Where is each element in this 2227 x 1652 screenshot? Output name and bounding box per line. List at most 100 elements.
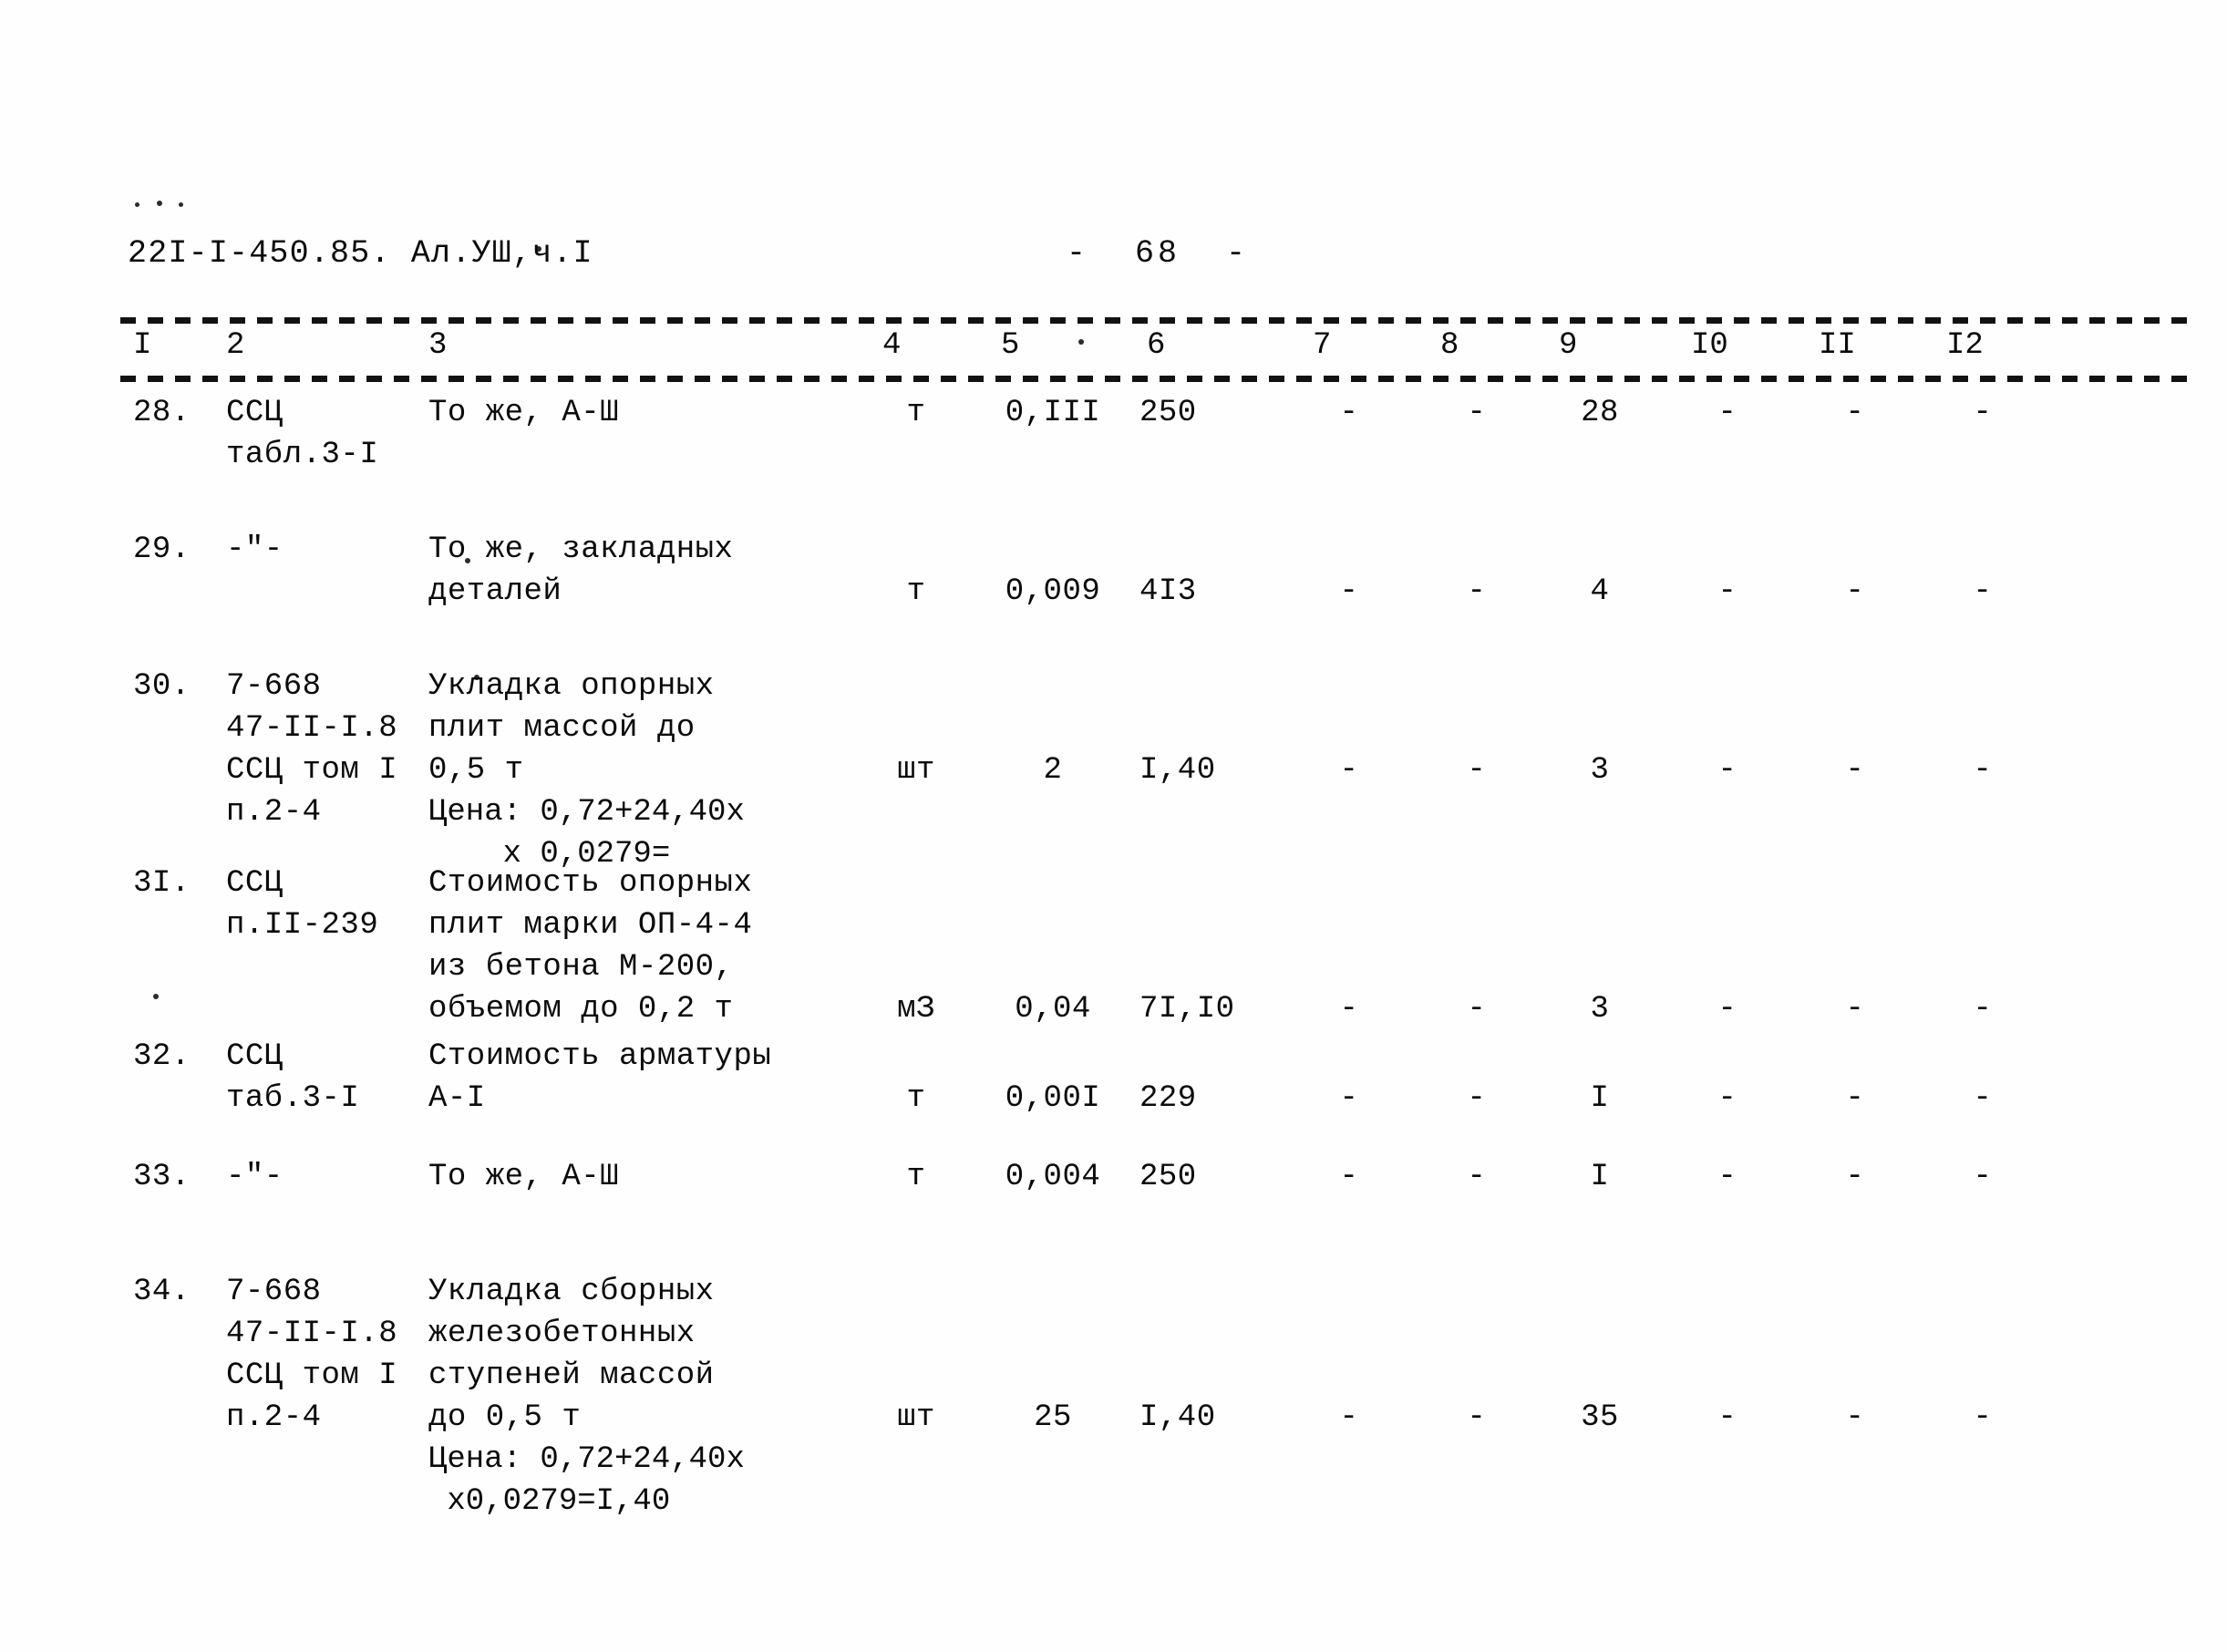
row-unit: шт — [897, 753, 935, 788]
row-quantity: 2 — [1043, 753, 1063, 788]
column-header-9: 9 — [1559, 328, 1578, 363]
row-quantity: 0,004 — [1005, 1160, 1101, 1194]
scan-speck — [179, 202, 183, 207]
row-col12: - — [1973, 1081, 1993, 1116]
row-col12: - — [1973, 1160, 1993, 1194]
column-header-5: 5 — [1001, 328, 1020, 363]
row-col10: - — [1717, 1160, 1737, 1194]
row-col9: 4 — [1590, 574, 1610, 609]
table-column-headers: I 2 3 4 5 6 7 8 9 I0 II I2 — [0, 328, 2227, 374]
row-price: 250 — [1139, 396, 1197, 430]
row-col10: - — [1717, 574, 1737, 609]
table-row: 33. -"- То же, А-Ш т 0,004 250 - - I - - - — [0, 1156, 2227, 1271]
row-col11: - — [1845, 396, 1865, 430]
row-reference-code: ССЦ табл.3-I — [226, 396, 379, 472]
scan-speck — [157, 201, 162, 206]
row-reference-code: -"- — [226, 1160, 284, 1194]
row-col10: - — [1717, 753, 1737, 788]
row-number: 30. — [133, 669, 191, 704]
table-row: 3I. ССЦ п.II-239 Стоимость опорных плит ма… — [0, 862, 2227, 1036]
row-col8: - — [1467, 753, 1487, 788]
page-number: - 68 - — [1067, 235, 1250, 272]
row-col12: - — [1973, 1400, 1993, 1435]
row-col8: - — [1467, 574, 1487, 609]
row-col7: - — [1339, 992, 1359, 1027]
row-col10: - — [1717, 1400, 1737, 1435]
row-price: 7I,I0 — [1139, 992, 1235, 1027]
row-col12: - — [1973, 753, 1993, 788]
document-header: 22I-I-450.85. Ал.УШ,ч.I - 68 - — [128, 235, 2133, 279]
row-col12: - — [1973, 396, 1993, 430]
row-description: Укладка сборных железобетонных ступеней … — [428, 1275, 715, 1435]
table-row: 28. ССЦ табл.3-I То же, А-Ш т 0,III 250 - - 28 - -… — [0, 392, 2227, 529]
row-number: 3I. — [133, 866, 191, 901]
column-header-12: I2 — [1946, 328, 1984, 363]
table-rule-bottom — [120, 376, 2199, 382]
row-price: I,40 — [1139, 753, 1216, 788]
row-quantity: 0,III — [1005, 396, 1101, 430]
row-price: 229 — [1139, 1081, 1197, 1116]
row-reference-code: 7-668 47-II-I.8 ССЦ том I п.2-4 — [226, 1275, 398, 1435]
row-col8: - — [1467, 1160, 1487, 1194]
row-description: Стоимость опорных плит марки ОП-4-4 из б… — [428, 866, 753, 1027]
scanned-page: 22I-I-450.85. Ал.УШ,ч.I - 68 - I23456789… — [0, 0, 2227, 1652]
table-row: 30. 7-668 47-II-I.8 ССЦ том I п.2-4 Укладк… — [0, 666, 2227, 872]
row-col9: 35 — [1581, 1400, 1619, 1435]
row-col12: - — [1973, 992, 1993, 1027]
row-col11: - — [1845, 753, 1865, 788]
column-header-2: 2 — [226, 328, 245, 363]
column-header-11: II — [1819, 328, 1856, 363]
table-row: 34. 7-668 47-II-I.8 ССЦ том I п.2-4 Укладк… — [0, 1271, 2227, 1519]
row-col11: - — [1845, 574, 1865, 609]
row-description: То же, закладных деталей — [428, 532, 734, 609]
row-col11: - — [1845, 1160, 1865, 1194]
row-unit: т — [906, 396, 926, 430]
row-col7: - — [1339, 574, 1359, 609]
row-col8: - — [1467, 396, 1487, 430]
column-header-7: 7 — [1313, 328, 1332, 363]
row-description: То же, А-Ш — [428, 1160, 620, 1194]
row-price: I,40 — [1139, 1400, 1216, 1435]
row-col7: - — [1339, 1400, 1359, 1435]
row-unit: шт — [897, 1400, 935, 1435]
table-row: 29. -"- То же, закладных деталей т 0,009 4I3 -… — [0, 529, 2227, 666]
row-reference-code: 7-668 47-II-I.8 ССЦ том I п.2-4 — [226, 669, 398, 830]
row-unit: мЗ — [897, 992, 935, 1027]
row-col9: I — [1590, 1160, 1610, 1194]
row-col11: - — [1845, 1081, 1865, 1116]
row-description: Укладка опорных плит массой до 0,5 т — [428, 669, 715, 788]
row-price: 4I3 — [1139, 574, 1197, 609]
row-col9: 3 — [1590, 753, 1610, 788]
column-header-10: I0 — [1691, 328, 1728, 363]
table-rule-top — [120, 317, 2199, 324]
row-col10: - — [1717, 396, 1737, 430]
row-unit: т — [906, 1081, 926, 1116]
row-number: 29. — [133, 532, 191, 567]
row-col7: - — [1339, 753, 1359, 788]
row-quantity: 0,009 — [1005, 574, 1101, 609]
column-header-4: 4 — [882, 328, 902, 363]
document-code: 22I-I-450.85. Ал.УШ,ч.I — [128, 235, 593, 272]
row-col11: - — [1845, 992, 1865, 1027]
row-col8: - — [1467, 1400, 1487, 1435]
column-header-8: 8 — [1440, 328, 1459, 363]
row-unit: т — [906, 574, 926, 609]
row-col8: - — [1467, 992, 1487, 1027]
row-reference-code: ССЦ таб.3-I — [226, 1039, 360, 1116]
row-col10: - — [1717, 992, 1737, 1027]
row-quantity: 25 — [1034, 1400, 1072, 1435]
row-description: То же, А-Ш — [428, 396, 620, 430]
row-col11: - — [1845, 1400, 1865, 1435]
row-col7: - — [1339, 1160, 1359, 1194]
row-quantity: 0,04 — [1015, 992, 1091, 1027]
row-number: 33. — [133, 1160, 191, 1194]
row-price-calculation-note: Цена: 0,72+24,40х х0,0279=I,40 — [428, 1442, 745, 1519]
column-header-3: 3 — [428, 328, 448, 363]
row-col9: 3 — [1590, 992, 1610, 1027]
row-col7: - — [1339, 1081, 1359, 1116]
row-col8: - — [1467, 1081, 1487, 1116]
row-number: 32. — [133, 1039, 191, 1074]
row-col10: - — [1717, 1081, 1737, 1116]
row-description: Стоимость арматуры А-I — [428, 1039, 772, 1116]
row-price: 250 — [1139, 1160, 1197, 1194]
